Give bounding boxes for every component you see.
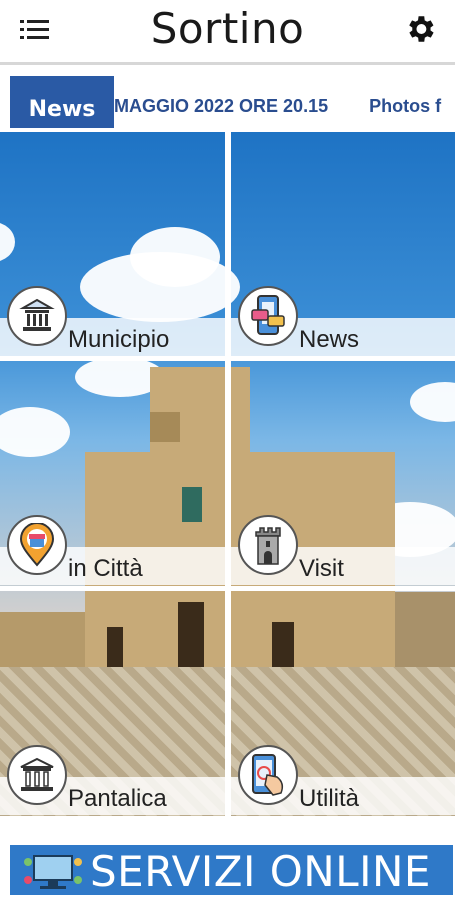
online-services-icon	[22, 848, 84, 892]
tile-label: Utilità	[299, 785, 360, 812]
tile-label: in Città	[68, 555, 143, 582]
tower-icon	[238, 515, 298, 575]
tile-label: Visit	[299, 555, 344, 582]
news-ticker[interactable]: News MAGGIO 2022 ORE 20.15 Photos f	[0, 72, 455, 132]
appbar-divider	[0, 62, 455, 65]
town-hall-icon	[7, 286, 67, 346]
app-title: Sortino	[150, 4, 305, 53]
tile-municipio[interactable]: Municipio	[0, 132, 225, 360]
tile-utilita[interactable]: Utilità	[231, 591, 455, 816]
online-services-button[interactable]: SERVIZI ONLINE	[10, 845, 453, 896]
tile-label: Pantalica	[68, 785, 167, 812]
ticker-item[interactable]: Photos f	[369, 96, 441, 116]
touch-phone-icon	[238, 745, 298, 805]
mobile-news-icon	[238, 286, 298, 346]
news-badge[interactable]: News	[10, 76, 114, 128]
tile-visit[interactable]: Visit	[231, 361, 455, 589]
map-pin-shop-icon	[7, 515, 67, 575]
tile-label: News	[299, 326, 360, 353]
tile-news[interactable]: News	[231, 132, 455, 360]
gear-icon[interactable]	[403, 12, 437, 46]
ticker-item[interactable]: MAGGIO 2022 ORE 20.15	[114, 96, 328, 116]
app-bar: Sortino	[0, 0, 455, 62]
tile-in-citta[interactable]: in Città	[0, 361, 225, 589]
services-label: SERVIZI ONLINE	[90, 847, 431, 896]
tile-grid: Municipio News in Città Visit Pantalica …	[0, 132, 455, 816]
tile-pantalica[interactable]: Pantalica	[0, 591, 225, 816]
tile-label: Municipio	[68, 326, 170, 353]
ticker-marquee[interactable]: MAGGIO 2022 ORE 20.15 Photos f	[114, 96, 455, 117]
temple-icon	[7, 745, 67, 805]
